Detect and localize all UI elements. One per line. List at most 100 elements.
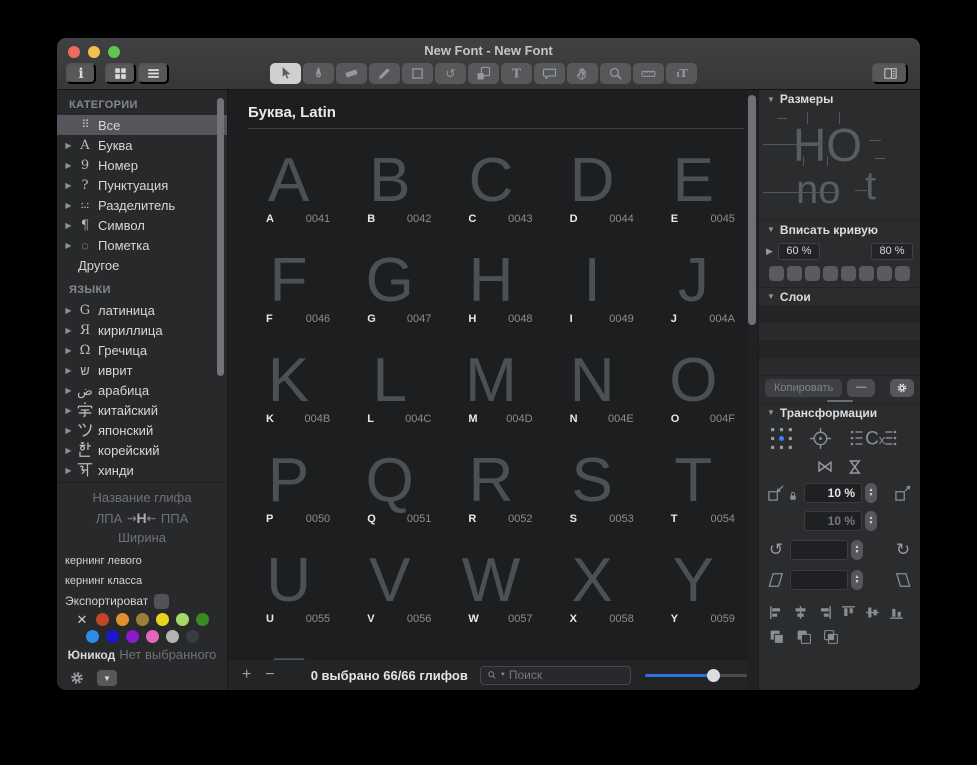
color-swatch-red[interactable]	[96, 613, 109, 626]
disclosure-down-icon[interactable]	[767, 408, 775, 417]
color-swatch-light-green[interactable]	[176, 613, 189, 626]
glyph-cell-O[interactable]: O O 004F	[643, 332, 744, 432]
fit-curve-preset-button[interactable]	[805, 266, 820, 281]
rotate-stepper[interactable]	[851, 540, 863, 560]
fit-curve-preset-button[interactable]	[859, 266, 874, 281]
fit-curve-preset-button[interactable]	[877, 266, 892, 281]
tool-button-pencil[interactable]	[369, 63, 400, 84]
layer-row[interactable]	[759, 340, 920, 358]
disclosure-icon[interactable]	[62, 366, 75, 375]
tool-button-erase[interactable]	[336, 63, 367, 84]
fit-curve-header[interactable]: Вписать кривую	[759, 220, 920, 238]
disclosure-icon[interactable]	[62, 406, 75, 415]
rsb-field[interactable]: ППА	[161, 511, 188, 526]
sidebar-item-letter[interactable]: A Буква	[57, 135, 227, 155]
rotate-field[interactable]	[790, 540, 848, 560]
glyph-cell-T[interactable]: T T 0054	[643, 432, 744, 532]
glyph-cell-B[interactable]: B B 0042	[339, 132, 440, 232]
sidebar-item-separator[interactable]: :.: Разделитель	[57, 195, 227, 215]
color-swatch-none[interactable]	[76, 613, 89, 626]
sidebar-item-symbol[interactable]: ¶ Символ	[57, 215, 227, 235]
scale-horizontal-field[interactable]: 10 %	[804, 483, 862, 503]
layers-list[interactable]	[759, 305, 920, 375]
add-glyph-button[interactable]: +	[242, 667, 251, 683]
color-swatch-pink[interactable]	[146, 630, 159, 643]
glyph-cell-P[interactable]: P P 0050	[238, 432, 339, 532]
tool-button-measure[interactable]	[633, 63, 664, 84]
color-swatch-dark-gray[interactable]	[186, 630, 199, 643]
disclosure-icon[interactable]	[62, 466, 75, 475]
sidebar-item-latin[interactable]: G латиница	[57, 300, 227, 320]
disclosure-icon[interactable]	[62, 346, 75, 355]
disclosure-icon[interactable]	[62, 201, 75, 210]
scale-stepper[interactable]	[865, 483, 877, 503]
scale-up-icon[interactable]	[893, 483, 913, 503]
color-swatch-orange[interactable]	[116, 613, 129, 626]
disclosure-icon[interactable]	[62, 241, 75, 250]
layers-header[interactable]: Слои	[759, 287, 920, 305]
glyph-cell-Q[interactable]: Q Q 0051	[339, 432, 440, 532]
layer-row[interactable]	[759, 323, 920, 341]
rotate-ccw-icon[interactable]	[766, 540, 786, 560]
glyph-cell-M[interactable]: M M 004D	[440, 332, 541, 432]
inspector-dropdown-button[interactable]	[97, 670, 117, 686]
disclosure-icon[interactable]	[62, 306, 75, 315]
disclosure-icon[interactable]	[62, 446, 75, 455]
sidebar-item-all[interactable]: ⠿ Все	[57, 115, 227, 135]
glyph-cell-R[interactable]: R R 0052	[440, 432, 541, 532]
glyph-cell-N[interactable]: N N 004E	[542, 332, 643, 432]
width-field[interactable]: Ширина	[57, 529, 227, 547]
glyph-cell-K[interactable]: K K 004B	[238, 332, 339, 432]
glyph-cell-E[interactable]: E E 0045	[643, 132, 744, 232]
glyph-cell-X[interactable]: X X 0058	[542, 532, 643, 632]
slant-stepper[interactable]	[851, 570, 863, 590]
dimensions-header[interactable]: Размеры	[759, 90, 920, 108]
fit-curve-max-field[interactable]: 80 %	[871, 243, 913, 260]
remove-layer-button[interactable]: —	[847, 379, 875, 397]
lsb-field[interactable]: ЛПА	[96, 511, 123, 526]
color-swatch-brown[interactable]	[136, 613, 149, 626]
search-input[interactable]: Поиск	[480, 666, 631, 685]
color-swatch-light-gray[interactable]	[166, 630, 179, 643]
export-checkbox[interactable]	[154, 594, 169, 609]
slant-field[interactable]	[790, 570, 848, 590]
scrollbar-thumb[interactable]	[748, 95, 756, 325]
color-swatch-blue[interactable]	[86, 630, 99, 643]
slant-left-icon[interactable]	[766, 570, 786, 590]
lock-icon[interactable]	[787, 490, 799, 502]
disclosure-icon[interactable]	[62, 181, 75, 190]
glyph-cell-G[interactable]: G G 0047	[339, 232, 440, 332]
remove-glyph-button[interactable]: −	[265, 667, 274, 683]
fit-curve-preset-button[interactable]	[787, 266, 802, 281]
glyph-cell-S[interactable]: S S 0053	[542, 432, 643, 532]
scale-down-icon[interactable]	[766, 483, 786, 503]
transformations-header[interactable]: Трансформации	[759, 403, 920, 421]
glyph-cell-Y[interactable]: Y Y 0059	[643, 532, 744, 632]
glyph-cell-V[interactable]: V V 0056	[339, 532, 440, 632]
scale-vertical-stepper[interactable]	[865, 511, 877, 531]
search-scope-caret-icon[interactable]	[500, 672, 506, 678]
transform-origin-icon[interactable]	[769, 426, 794, 451]
disclosure-down-icon[interactable]	[767, 292, 775, 301]
sidebar-toggle-button[interactable]	[872, 63, 908, 84]
grid-view-button[interactable]	[105, 63, 136, 84]
disclosure-icon[interactable]	[62, 161, 75, 170]
metric-letter-icon[interactable]: H	[127, 510, 156, 526]
copy-layer-button[interactable]: Копировать	[765, 379, 842, 397]
align-center-vertical-icon[interactable]	[864, 604, 881, 621]
color-swatch-purple[interactable]	[126, 630, 139, 643]
tool-button-rotate[interactable]	[435, 63, 466, 84]
tool-button-hand[interactable]	[567, 63, 598, 84]
inspector-gear-button[interactable]	[69, 670, 85, 686]
glyph-cell-W[interactable]: W W 0057	[440, 532, 541, 632]
align-left-icon[interactable]	[768, 604, 785, 621]
rotate-cw-icon[interactable]	[893, 540, 913, 560]
scale-vertical-field[interactable]: 10 %	[804, 511, 862, 531]
layers-resize-grip[interactable]	[827, 400, 853, 402]
fit-curve-preset-button[interactable]	[769, 266, 784, 281]
flip-horizontal-icon[interactable]	[817, 457, 834, 477]
glyph-grid-scrollbar[interactable]	[747, 90, 758, 690]
disclosure-icon[interactable]	[62, 326, 75, 335]
sidebar-item-other[interactable]: Другое	[57, 255, 227, 275]
layer-row[interactable]	[759, 358, 920, 376]
